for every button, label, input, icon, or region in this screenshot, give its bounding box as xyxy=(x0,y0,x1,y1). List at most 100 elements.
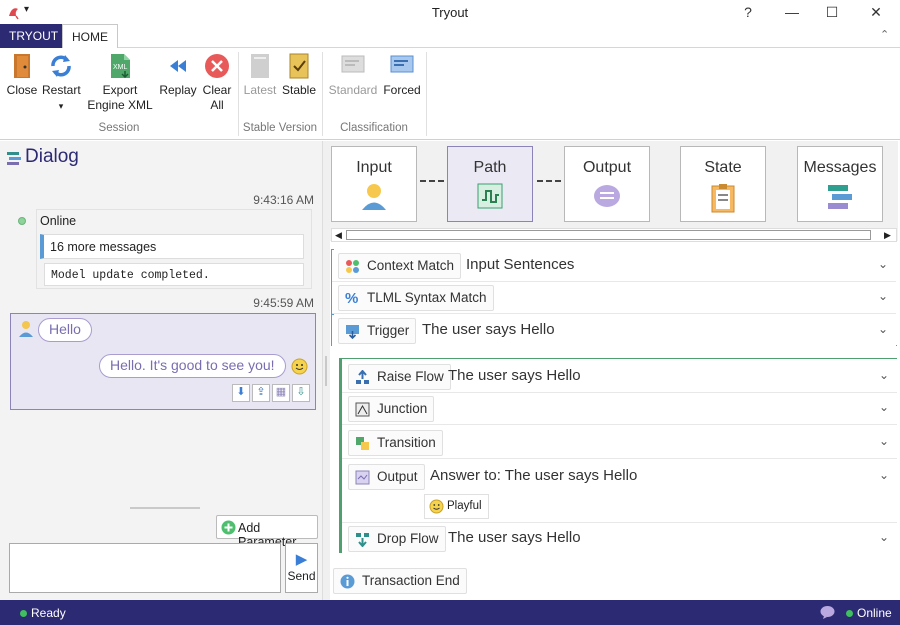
chevron-down-icon[interactable]: ⌄ xyxy=(879,400,889,414)
forced-button[interactable]: Forced xyxy=(382,52,422,98)
chevron-down-icon[interactable]: ⌄ xyxy=(878,322,888,336)
trigger-icon xyxy=(346,325,359,339)
help-button[interactable]: ? xyxy=(728,0,768,24)
replay-button[interactable]: Replay xyxy=(158,52,198,98)
junction-icon xyxy=(355,402,370,417)
tab-path[interactable]: Path xyxy=(447,146,533,222)
raise-flow-chip[interactable]: Raise Flow xyxy=(348,364,451,390)
dialog-panel: Dialog 9:43:16 AM Online 16 more message… xyxy=(0,141,323,600)
raise-flow-icon xyxy=(356,370,369,384)
path-row-context-match[interactable]: Context Match Input Sentences ⌄ xyxy=(332,250,896,282)
tab-output[interactable]: Output xyxy=(564,146,650,222)
junction-chip[interactable]: Junction xyxy=(348,396,435,422)
info-icon xyxy=(340,574,355,589)
trigger-icon[interactable]: ⬇ xyxy=(232,384,250,402)
chevron-down-icon[interactable]: ⌄ xyxy=(878,257,888,271)
tab-state[interactable]: State xyxy=(680,146,766,222)
ready-status: Ready xyxy=(20,606,66,620)
chevron-down-icon[interactable]: ⌄ xyxy=(879,368,889,382)
scroll-left-icon[interactable]: ◀ xyxy=(335,229,342,241)
online-dot xyxy=(18,217,26,225)
scrollbar-thumb[interactable] xyxy=(346,230,871,240)
context-match-chip[interactable]: Context Match xyxy=(338,253,462,279)
tone-badge[interactable]: Playful xyxy=(424,494,489,519)
smiley-icon xyxy=(291,358,308,375)
model-update-text: Model update completed. xyxy=(51,269,210,282)
online-dot xyxy=(846,610,853,618)
user-avatar-icon xyxy=(19,321,33,337)
timestamp: 9:43:16 AM xyxy=(253,193,314,207)
scroll-right-icon[interactable]: ▶ xyxy=(884,229,891,241)
chat-status-icon[interactable] xyxy=(820,605,835,619)
path-row-drop-flow[interactable]: Drop Flow The user says Hello ⌄ xyxy=(342,523,897,555)
tlml-syntax-match-label: TLML Syntax Match xyxy=(367,290,487,305)
tab-input-label: Input xyxy=(356,159,392,176)
latest-button[interactable]: Latest xyxy=(242,52,278,98)
horizontal-scrollbar[interactable]: ◀ ▶ xyxy=(331,228,897,242)
chevron-down-icon[interactable]: ⌄ xyxy=(879,468,889,482)
collapse-ribbon-icon[interactable]: ⌃ xyxy=(880,28,889,41)
percent-icon: % xyxy=(345,290,359,307)
tab-output-label: Output xyxy=(582,159,632,176)
export-engine-xml-button[interactable]: XML Export Engine XML xyxy=(86,52,154,113)
tab-messages[interactable]: Messages xyxy=(797,146,883,222)
path-row-raise-flow[interactable]: Raise Flow The user says Hello ⌄ xyxy=(342,361,897,393)
restart-dropdown-icon[interactable]: ▾ xyxy=(59,101,64,111)
trigger-chip[interactable]: Trigger xyxy=(338,318,417,344)
transaction-end-chip[interactable]: Transaction End xyxy=(333,568,467,594)
message-input[interactable] xyxy=(9,543,281,593)
close-button[interactable]: Close xyxy=(6,52,38,98)
add-parameter-button[interactable]: Add Parameter xyxy=(216,515,318,549)
tab-tryout[interactable]: TRYOUT xyxy=(0,24,62,48)
raise-flow-value: The user says Hello xyxy=(448,367,581,384)
restart-button[interactable]: Restart ▾ xyxy=(42,52,81,114)
minimize-button[interactable]: — xyxy=(772,0,812,24)
path-row-transaction-end[interactable]: Transaction End xyxy=(332,565,896,597)
path-row-tlml-syntax-match[interactable]: % TLML Syntax Match ⌄ xyxy=(332,282,896,314)
more-messages-link[interactable]: 16 more messages xyxy=(40,234,304,259)
raise-flow-icon[interactable]: ⇪ xyxy=(252,384,270,402)
ready-label: Ready xyxy=(31,606,66,620)
path-row-transition[interactable]: Transition ⌄ xyxy=(342,427,897,459)
path-row-trigger[interactable]: Trigger The user says Hello ⌄ xyxy=(332,315,896,347)
path-row-output[interactable]: Output Answer to: The user says Hello ⌄ … xyxy=(342,461,897,523)
online-status: Online xyxy=(846,606,892,620)
online-status-text: Online xyxy=(40,214,77,228)
tab-input[interactable]: Input xyxy=(331,146,417,222)
session-group-label: Session xyxy=(98,122,140,134)
path-row-junction[interactable]: Junction ⌄ xyxy=(342,393,897,425)
messages-stack-icon xyxy=(828,185,852,209)
output-chip[interactable]: Output xyxy=(348,464,425,490)
tlml-syntax-match-chip[interactable]: % TLML Syntax Match xyxy=(338,285,494,311)
maximize-button[interactable]: ☐ xyxy=(812,0,852,24)
drop-flow-icon[interactable]: ⇩ xyxy=(292,384,310,402)
standard-button[interactable]: Standard xyxy=(328,52,378,98)
status-bar: Ready Online xyxy=(0,600,900,625)
svg-text:XML: XML xyxy=(113,64,128,71)
path-icon xyxy=(477,183,503,209)
model-update-message: Model update completed. xyxy=(44,263,304,286)
context-match-value: Input Sentences xyxy=(466,256,575,273)
tab-home[interactable]: HOME xyxy=(62,24,118,48)
transition-label: Transition xyxy=(377,435,436,450)
chevron-down-icon[interactable]: ⌄ xyxy=(879,434,889,448)
ribbon-tabs: TRYOUT HOME ⌃ xyxy=(0,24,900,48)
context-match-label: Context Match xyxy=(367,258,455,273)
panel-splitter[interactable] xyxy=(323,141,330,600)
output-icon[interactable]: ▦ xyxy=(272,384,290,402)
trigger-value: The user says Hello xyxy=(422,321,555,338)
stable-button[interactable]: Stable xyxy=(280,52,318,98)
transition-chip[interactable]: Transition xyxy=(348,430,443,456)
transition-icon xyxy=(356,437,369,450)
chevron-down-icon[interactable]: ⌄ xyxy=(878,289,888,303)
send-button[interactable]: ▶ Send xyxy=(285,543,318,593)
user-message-bubble[interactable]: Hello xyxy=(38,318,92,342)
drop-flow-chip[interactable]: Drop Flow xyxy=(348,526,446,552)
classification-group-label: Classification xyxy=(340,122,408,134)
close-window-button[interactable]: ✕ xyxy=(856,0,896,24)
bot-message-bubble[interactable]: Hello. It's good to see you! xyxy=(99,354,286,378)
clear-all-button[interactable]: Clear All xyxy=(200,52,234,113)
splitter-handle[interactable] xyxy=(130,507,200,509)
chevron-down-icon[interactable]: ⌄ xyxy=(879,530,889,544)
tab-path-label: Path xyxy=(473,159,507,176)
